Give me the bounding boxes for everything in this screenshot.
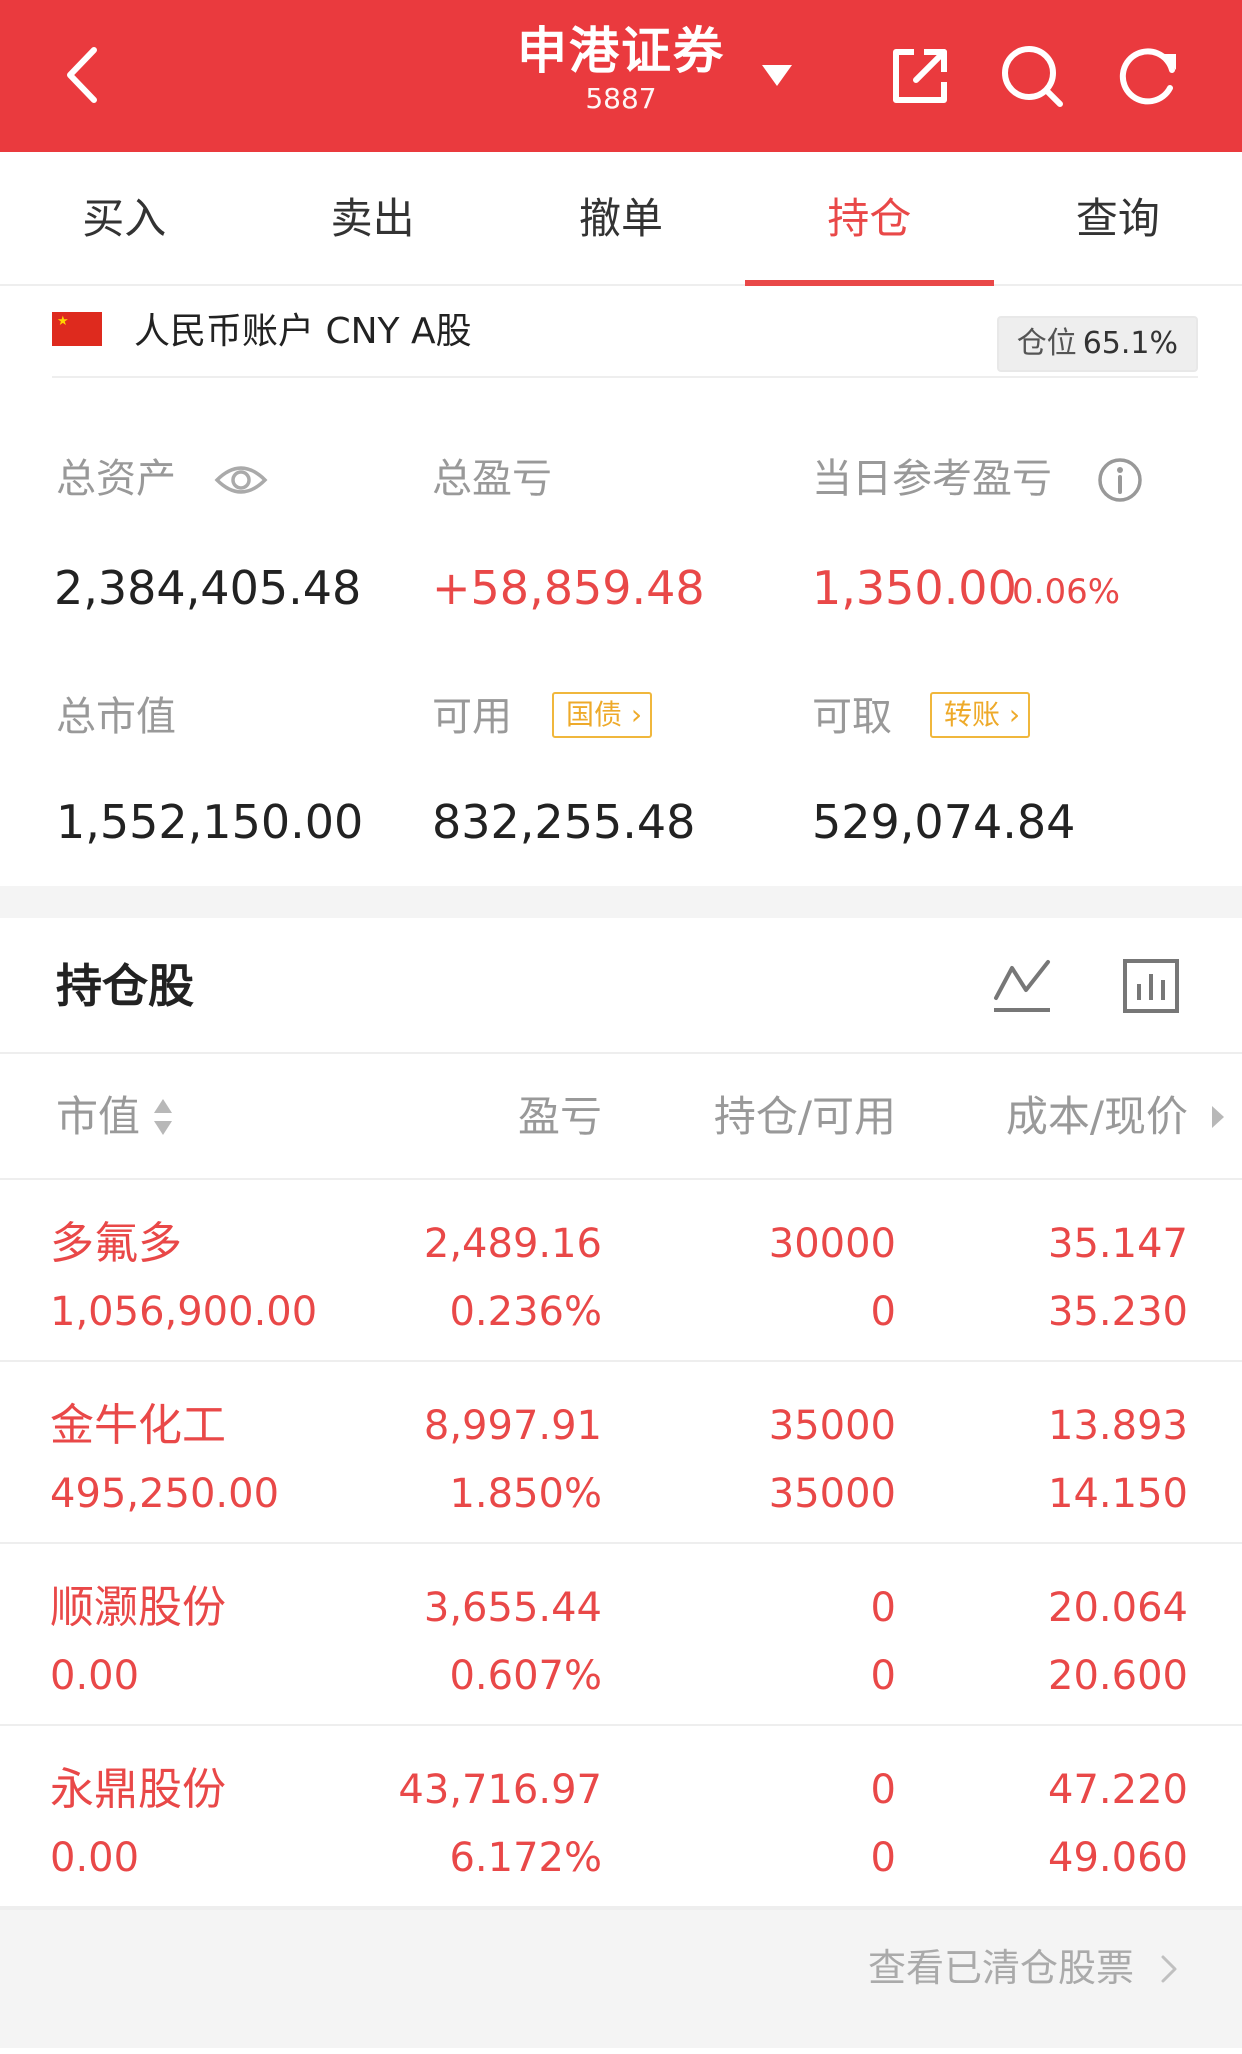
chevron-right-icon: › [622, 698, 643, 731]
stock-name: 金牛化工 [50, 1400, 226, 1451]
stock-qty: 30000 [768, 1221, 896, 1267]
caret-right-icon[interactable] [1210, 1104, 1226, 1130]
withdrawable-value: 529,074.84 [812, 795, 1076, 849]
stock-market-value: 0.00 [50, 1653, 140, 1699]
asset-summary: 总资产 总盈亏 当日参考盈亏 2,384,405.48 +58,859.48 1… [0, 378, 1242, 886]
holdings-header: 持仓股 [0, 918, 1242, 1054]
share-icon[interactable] [884, 40, 956, 112]
stock-price: 20.600 [1048, 1653, 1188, 1699]
holding-row[interactable]: 顺灏股份 0.00 3,655.44 0.607% 0 0 20.064 20.… [0, 1544, 1242, 1726]
holding-row[interactable]: 多氟多 1,056,900.00 2,489.16 0.236% 30000 0… [0, 1180, 1242, 1362]
holding-row[interactable]: 永鼎股份 0.00 43,716.97 6.172% 0 0 47.220 49… [0, 1726, 1242, 1908]
stock-available: 0 [870, 1835, 896, 1881]
transfer-button[interactable]: 转账 › [930, 692, 1031, 738]
total-pl-value: +58,859.48 [432, 561, 705, 615]
market-value-label: 总市值 [56, 694, 176, 740]
refresh-icon[interactable] [1112, 40, 1184, 112]
col-qty: 持仓/可用 [713, 1092, 896, 1141]
stock-cost: 47.220 [1048, 1767, 1188, 1813]
position-ratio-badge: 仓位 65.1% [996, 316, 1198, 372]
stock-qty: 0 [870, 1767, 896, 1813]
withdrawable-label: 可取 [812, 694, 892, 740]
daily-pl-value: 1,350.00 [812, 561, 1017, 615]
stock-pl: 3,655.44 [423, 1585, 602, 1631]
tab-query[interactable]: 查询 [994, 152, 1242, 284]
market-value-value: 1,552,150.00 [56, 795, 364, 849]
stock-pl-pct: 0.236% [449, 1289, 602, 1335]
stock-price: 35.230 [1048, 1289, 1188, 1335]
stock-available: 0 [870, 1653, 896, 1699]
stock-pl-pct: 1.850% [449, 1471, 602, 1517]
total-assets-label: 总资产 [56, 456, 176, 502]
holdings-footer: 查看已清仓股票 [0, 1908, 1242, 2048]
section-divider [0, 886, 1242, 918]
treasury-bond-button[interactable]: 国债 › [552, 692, 653, 738]
stock-available: 0 [870, 1289, 896, 1335]
available-value: 832,255.48 [432, 795, 696, 849]
stock-cost: 13.893 [1048, 1403, 1188, 1449]
stock-name: 多氟多 [50, 1218, 182, 1269]
holdings-column-header: 市值 盈亏 持仓/可用 成本/现价 [0, 1054, 1242, 1180]
stock-pl: 8,997.91 [423, 1403, 602, 1449]
tab-buy[interactable]: 买入 [0, 152, 248, 284]
holdings-title: 持仓股 [56, 959, 194, 1013]
treasury-bond-label: 国债 [566, 698, 623, 731]
stock-name: 顺灏股份 [50, 1582, 226, 1633]
stock-pl-pct: 0.607% [449, 1653, 602, 1699]
tab-sell[interactable]: 卖出 [248, 152, 496, 284]
position-label: 仓位 [1016, 326, 1077, 361]
bar-chart-icon[interactable] [1122, 956, 1180, 1016]
view-cleared-stocks-link[interactable]: 查看已清仓股票 [868, 1910, 1134, 2026]
stock-market-value: 0.00 [50, 1835, 140, 1881]
chevron-right-icon: › [1000, 698, 1021, 731]
stock-pl-pct: 6.172% [449, 1835, 602, 1881]
info-icon[interactable] [1096, 456, 1144, 504]
stock-qty: 35000 [768, 1403, 896, 1449]
line-chart-icon[interactable] [992, 956, 1052, 1016]
daily-pl-label: 当日参考盈亏 [812, 456, 1052, 502]
available-label: 可用 [432, 694, 512, 740]
daily-pl-pct: 0.06% [1012, 572, 1121, 612]
trade-tabs: 买入 卖出 撤单 持仓 查询 [0, 152, 1242, 286]
tab-holdings[interactable]: 持仓 [745, 152, 995, 286]
stock-qty: 0 [870, 1585, 896, 1631]
stock-available: 35000 [768, 1471, 896, 1517]
stock-market-value: 495,250.00 [50, 1471, 280, 1517]
eye-icon[interactable] [214, 458, 268, 502]
stock-name: 永鼎股份 [50, 1764, 226, 1815]
col-pl: 盈亏 [517, 1092, 602, 1141]
china-flag-icon: ★ [52, 312, 102, 346]
total-pl-label: 总盈亏 [432, 456, 552, 502]
stock-market-value: 1,056,900.00 [50, 1289, 318, 1335]
col-market-value[interactable]: 市值 [56, 1054, 140, 1180]
search-icon[interactable] [996, 40, 1068, 112]
position-value: 65.1% [1082, 326, 1178, 361]
holding-row[interactable]: 金牛化工 495,250.00 8,997.91 1.850% 35000 35… [0, 1362, 1242, 1544]
caret-down-icon[interactable] [760, 62, 794, 88]
sort-icon[interactable] [152, 1096, 174, 1138]
tab-cancel-order[interactable]: 撤单 [497, 152, 745, 284]
app-header: 申港证券 5887 [0, 0, 1242, 152]
account-name: 人民币账户 CNY A股 [134, 311, 472, 352]
stock-price: 49.060 [1048, 1835, 1188, 1881]
stock-pl: 2,489.16 [423, 1221, 602, 1267]
stock-price: 14.150 [1048, 1471, 1188, 1517]
account-row: ★ 人民币账户 CNY A股 仓位 65.1% [52, 286, 1198, 378]
total-assets-value: 2,384,405.48 [54, 561, 362, 615]
col-cost: 成本/现价 [1005, 1092, 1188, 1141]
transfer-label: 转账 [944, 698, 1001, 731]
stock-cost: 20.064 [1048, 1585, 1188, 1631]
stock-cost: 35.147 [1048, 1221, 1188, 1267]
chevron-right-icon[interactable] [1160, 1954, 1178, 1984]
stock-pl: 43,716.97 [398, 1767, 602, 1813]
